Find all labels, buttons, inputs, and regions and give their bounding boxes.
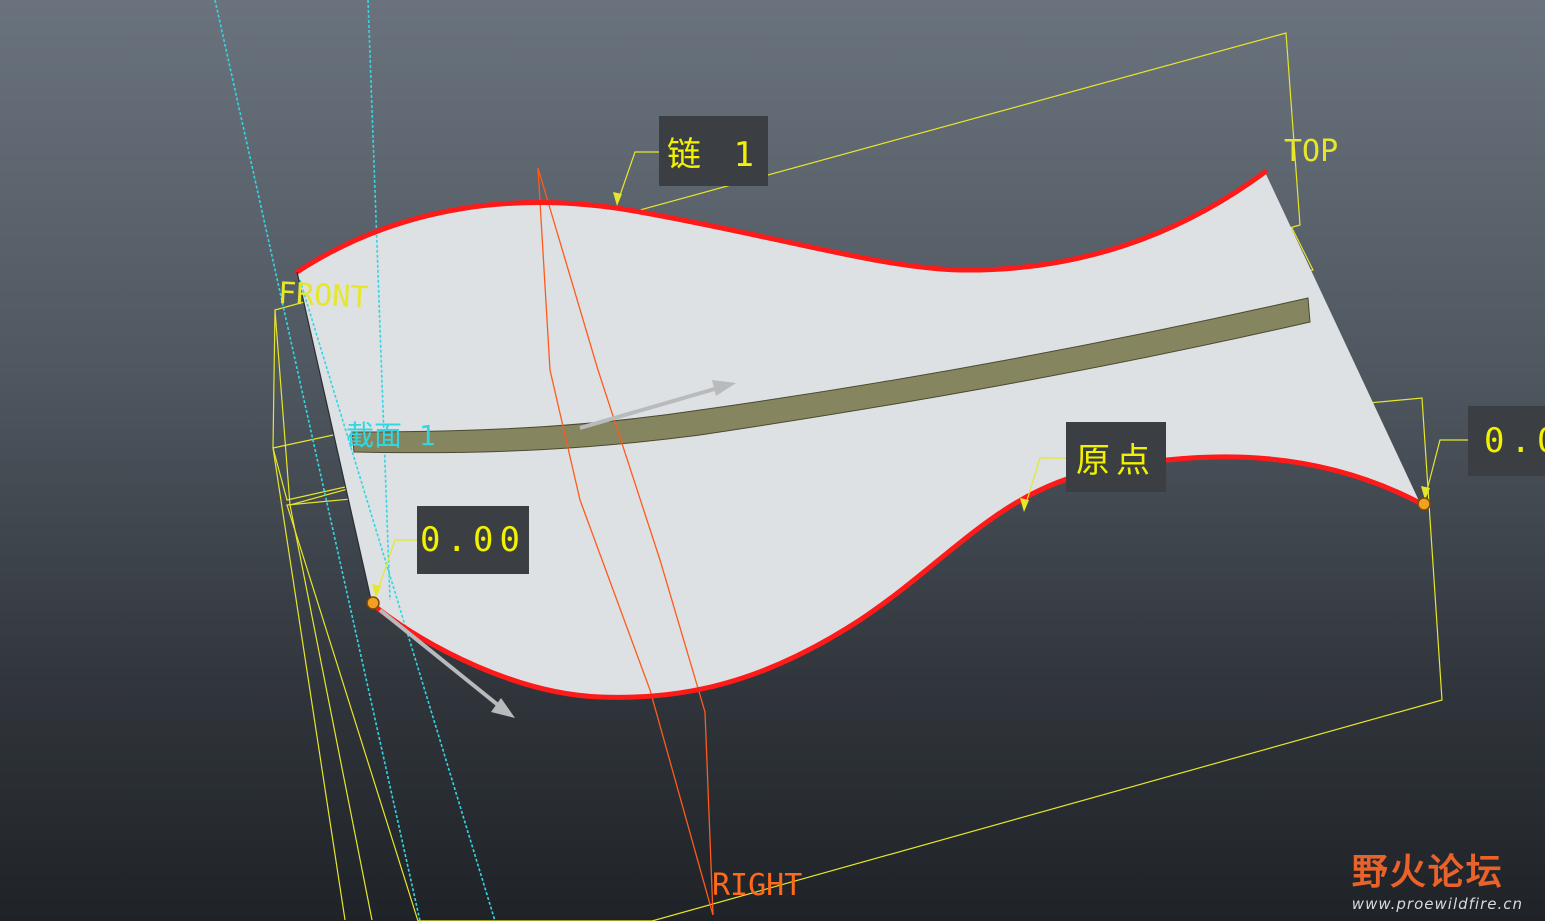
origin-callout[interactable]: 原点 — [1066, 422, 1166, 492]
front-plane-label[interactable]: FRONT — [277, 276, 369, 316]
right-plane-label[interactable]: RIGHT — [712, 868, 802, 903]
end-point[interactable] — [1417, 497, 1431, 511]
chain-callout[interactable]: 链 1 — [659, 116, 768, 186]
start-value-callout[interactable]: 0.00 — [417, 506, 529, 574]
start-point[interactable] — [366, 596, 380, 610]
top-plane-label[interactable]: TOP — [1284, 134, 1338, 169]
watermark-url: www.proewildfire.cn — [1351, 895, 1523, 913]
watermark-title: 野火论坛 — [1351, 852, 1504, 893]
graphics-viewport[interactable]: FRONT TOP RIGHT 截面 1 链 1 原点 0.00 0.0 野火论… — [0, 0, 1545, 921]
section-label[interactable]: 截面 1 — [346, 414, 436, 454]
end-value-callout[interactable]: 0.0 — [1468, 406, 1545, 476]
forum-watermark: 野火论坛 www.proewildfire.cn — [1352, 843, 1523, 913]
